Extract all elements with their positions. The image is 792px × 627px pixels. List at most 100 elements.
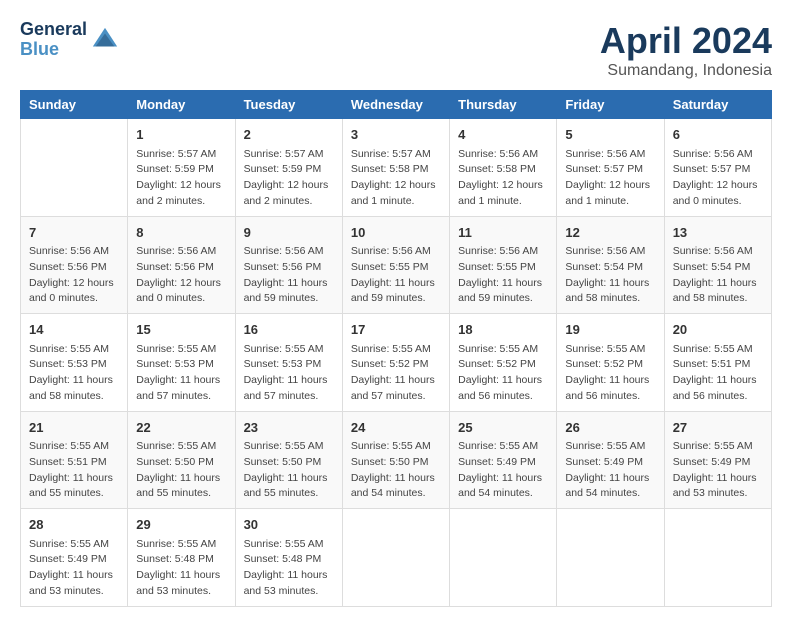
calendar-table: SundayMondayTuesdayWednesdayThursdayFrid… — [20, 90, 772, 607]
column-header-friday: Friday — [557, 91, 664, 119]
calendar-cell: 8Sunrise: 5:56 AM Sunset: 5:56 PM Daylig… — [128, 216, 235, 314]
calendar-cell: 13Sunrise: 5:56 AM Sunset: 5:54 PM Dayli… — [664, 216, 771, 314]
day-number: 25 — [458, 418, 548, 438]
day-number: 20 — [673, 320, 763, 340]
day-number: 21 — [29, 418, 119, 438]
calendar-cell: 20Sunrise: 5:55 AM Sunset: 5:51 PM Dayli… — [664, 314, 771, 412]
calendar-cell — [342, 509, 449, 607]
calendar-cell: 1Sunrise: 5:57 AM Sunset: 5:59 PM Daylig… — [128, 119, 235, 217]
day-info: Sunrise: 5:55 AM Sunset: 5:48 PM Dayligh… — [244, 537, 334, 600]
day-info: Sunrise: 5:56 AM Sunset: 5:56 PM Dayligh… — [244, 244, 334, 307]
day-number: 13 — [673, 223, 763, 243]
calendar-cell: 18Sunrise: 5:55 AM Sunset: 5:52 PM Dayli… — [450, 314, 557, 412]
day-number: 10 — [351, 223, 441, 243]
calendar-cell: 21Sunrise: 5:55 AM Sunset: 5:51 PM Dayli… — [21, 411, 128, 509]
day-number: 4 — [458, 125, 548, 145]
column-header-thursday: Thursday — [450, 91, 557, 119]
calendar-cell: 29Sunrise: 5:55 AM Sunset: 5:48 PM Dayli… — [128, 509, 235, 607]
day-number: 11 — [458, 223, 548, 243]
week-row-3: 14Sunrise: 5:55 AM Sunset: 5:53 PM Dayli… — [21, 314, 772, 412]
page-header: GeneralBlue April 2024 Sumandang, Indone… — [20, 20, 772, 80]
calendar-cell: 11Sunrise: 5:56 AM Sunset: 5:55 PM Dayli… — [450, 216, 557, 314]
day-info: Sunrise: 5:55 AM Sunset: 5:52 PM Dayligh… — [351, 342, 441, 405]
location-title: Sumandang, Indonesia — [600, 62, 772, 80]
calendar-cell: 15Sunrise: 5:55 AM Sunset: 5:53 PM Dayli… — [128, 314, 235, 412]
day-info: Sunrise: 5:56 AM Sunset: 5:58 PM Dayligh… — [458, 147, 548, 210]
day-number: 19 — [565, 320, 655, 340]
day-number: 2 — [244, 125, 334, 145]
calendar-cell — [21, 119, 128, 217]
day-info: Sunrise: 5:56 AM Sunset: 5:54 PM Dayligh… — [565, 244, 655, 307]
calendar-cell: 23Sunrise: 5:55 AM Sunset: 5:50 PM Dayli… — [235, 411, 342, 509]
column-header-monday: Monday — [128, 91, 235, 119]
day-info: Sunrise: 5:55 AM Sunset: 5:53 PM Dayligh… — [136, 342, 226, 405]
title-area: April 2024 Sumandang, Indonesia — [600, 20, 772, 80]
calendar-cell: 2Sunrise: 5:57 AM Sunset: 5:59 PM Daylig… — [235, 119, 342, 217]
day-number: 5 — [565, 125, 655, 145]
day-info: Sunrise: 5:55 AM Sunset: 5:50 PM Dayligh… — [351, 439, 441, 502]
day-info: Sunrise: 5:55 AM Sunset: 5:49 PM Dayligh… — [673, 439, 763, 502]
calendar-cell: 24Sunrise: 5:55 AM Sunset: 5:50 PM Dayli… — [342, 411, 449, 509]
day-number: 12 — [565, 223, 655, 243]
calendar-cell — [664, 509, 771, 607]
day-info: Sunrise: 5:56 AM Sunset: 5:57 PM Dayligh… — [565, 147, 655, 210]
month-title: April 2024 — [600, 20, 772, 62]
day-number: 16 — [244, 320, 334, 340]
day-number: 3 — [351, 125, 441, 145]
day-number: 24 — [351, 418, 441, 438]
calendar-cell: 27Sunrise: 5:55 AM Sunset: 5:49 PM Dayli… — [664, 411, 771, 509]
calendar-cell: 9Sunrise: 5:56 AM Sunset: 5:56 PM Daylig… — [235, 216, 342, 314]
calendar-cell: 19Sunrise: 5:55 AM Sunset: 5:52 PM Dayli… — [557, 314, 664, 412]
day-number: 18 — [458, 320, 548, 340]
logo: GeneralBlue — [20, 20, 119, 60]
calendar-cell — [557, 509, 664, 607]
calendar-cell: 5Sunrise: 5:56 AM Sunset: 5:57 PM Daylig… — [557, 119, 664, 217]
day-info: Sunrise: 5:55 AM Sunset: 5:52 PM Dayligh… — [565, 342, 655, 405]
week-row-1: 1Sunrise: 5:57 AM Sunset: 5:59 PM Daylig… — [21, 119, 772, 217]
calendar-cell — [450, 509, 557, 607]
day-info: Sunrise: 5:55 AM Sunset: 5:49 PM Dayligh… — [29, 537, 119, 600]
day-info: Sunrise: 5:57 AM Sunset: 5:59 PM Dayligh… — [136, 147, 226, 210]
day-number: 22 — [136, 418, 226, 438]
logo-icon — [91, 26, 119, 54]
day-info: Sunrise: 5:57 AM Sunset: 5:58 PM Dayligh… — [351, 147, 441, 210]
calendar-cell: 7Sunrise: 5:56 AM Sunset: 5:56 PM Daylig… — [21, 216, 128, 314]
day-info: Sunrise: 5:56 AM Sunset: 5:55 PM Dayligh… — [351, 244, 441, 307]
calendar-cell: 4Sunrise: 5:56 AM Sunset: 5:58 PM Daylig… — [450, 119, 557, 217]
calendar-cell: 26Sunrise: 5:55 AM Sunset: 5:49 PM Dayli… — [557, 411, 664, 509]
calendar-cell: 3Sunrise: 5:57 AM Sunset: 5:58 PM Daylig… — [342, 119, 449, 217]
day-number: 9 — [244, 223, 334, 243]
day-info: Sunrise: 5:56 AM Sunset: 5:56 PM Dayligh… — [136, 244, 226, 307]
column-header-saturday: Saturday — [664, 91, 771, 119]
day-number: 6 — [673, 125, 763, 145]
day-info: Sunrise: 5:56 AM Sunset: 5:55 PM Dayligh… — [458, 244, 548, 307]
week-row-5: 28Sunrise: 5:55 AM Sunset: 5:49 PM Dayli… — [21, 509, 772, 607]
day-number: 30 — [244, 515, 334, 535]
day-info: Sunrise: 5:55 AM Sunset: 5:50 PM Dayligh… — [136, 439, 226, 502]
day-number: 8 — [136, 223, 226, 243]
day-number: 29 — [136, 515, 226, 535]
day-info: Sunrise: 5:55 AM Sunset: 5:52 PM Dayligh… — [458, 342, 548, 405]
calendar-cell: 25Sunrise: 5:55 AM Sunset: 5:49 PM Dayli… — [450, 411, 557, 509]
day-number: 17 — [351, 320, 441, 340]
column-header-tuesday: Tuesday — [235, 91, 342, 119]
day-info: Sunrise: 5:55 AM Sunset: 5:51 PM Dayligh… — [29, 439, 119, 502]
calendar-cell: 17Sunrise: 5:55 AM Sunset: 5:52 PM Dayli… — [342, 314, 449, 412]
day-info: Sunrise: 5:55 AM Sunset: 5:51 PM Dayligh… — [673, 342, 763, 405]
day-number: 28 — [29, 515, 119, 535]
day-info: Sunrise: 5:55 AM Sunset: 5:48 PM Dayligh… — [136, 537, 226, 600]
column-header-sunday: Sunday — [21, 91, 128, 119]
day-info: Sunrise: 5:56 AM Sunset: 5:57 PM Dayligh… — [673, 147, 763, 210]
day-info: Sunrise: 5:55 AM Sunset: 5:53 PM Dayligh… — [244, 342, 334, 405]
header-row: SundayMondayTuesdayWednesdayThursdayFrid… — [21, 91, 772, 119]
day-info: Sunrise: 5:56 AM Sunset: 5:56 PM Dayligh… — [29, 244, 119, 307]
day-number: 26 — [565, 418, 655, 438]
calendar-cell: 10Sunrise: 5:56 AM Sunset: 5:55 PM Dayli… — [342, 216, 449, 314]
day-number: 7 — [29, 223, 119, 243]
day-info: Sunrise: 5:55 AM Sunset: 5:50 PM Dayligh… — [244, 439, 334, 502]
day-number: 15 — [136, 320, 226, 340]
week-row-2: 7Sunrise: 5:56 AM Sunset: 5:56 PM Daylig… — [21, 216, 772, 314]
calendar-cell: 6Sunrise: 5:56 AM Sunset: 5:57 PM Daylig… — [664, 119, 771, 217]
calendar-cell: 16Sunrise: 5:55 AM Sunset: 5:53 PM Dayli… — [235, 314, 342, 412]
day-info: Sunrise: 5:55 AM Sunset: 5:49 PM Dayligh… — [565, 439, 655, 502]
